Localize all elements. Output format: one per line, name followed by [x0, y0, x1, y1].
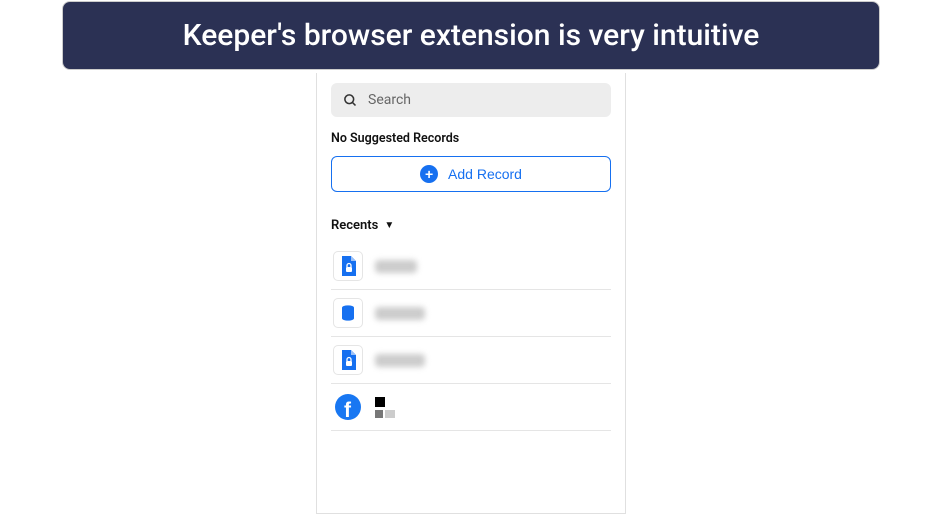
list-item[interactable] [331, 337, 611, 384]
facebook-icon [333, 392, 363, 422]
record-label-redacted [375, 397, 395, 418]
search-icon [343, 93, 358, 108]
record-label-redacted [375, 354, 425, 367]
add-record-button[interactable]: + Add Record [331, 156, 611, 192]
no-suggested-records-label: No Suggested Records [331, 131, 611, 146]
add-record-label: Add Record [448, 166, 522, 182]
list-item[interactable] [331, 384, 611, 431]
record-label-redacted [375, 260, 417, 273]
database-icon [333, 298, 363, 328]
list-item[interactable] [331, 243, 611, 290]
file-lock-icon [333, 345, 363, 375]
plus-icon: + [420, 165, 438, 183]
recents-label: Recents [331, 218, 378, 233]
file-lock-icon [333, 251, 363, 281]
recents-toggle[interactable]: Recents ▼ [331, 218, 611, 233]
page-title-bar: Keeper's browser extension is very intui… [62, 1, 880, 70]
extension-panel: Search No Suggested Records + Add Record… [316, 73, 626, 514]
record-label-redacted [375, 307, 425, 320]
page-title-text: Keeper's browser extension is very intui… [183, 18, 760, 53]
recents-list [331, 243, 611, 431]
caret-down-icon: ▼ [384, 220, 394, 231]
search-input[interactable]: Search [331, 83, 611, 117]
list-item[interactable] [331, 290, 611, 337]
search-placeholder: Search [368, 92, 411, 108]
